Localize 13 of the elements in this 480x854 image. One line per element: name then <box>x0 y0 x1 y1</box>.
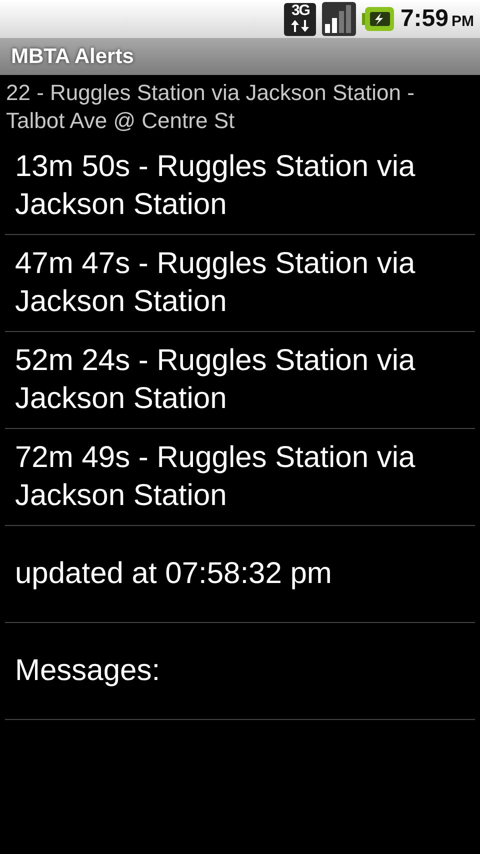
clock-time: 7:59 <box>400 5 448 32</box>
list-item[interactable]: 72m 49s - Ruggles Station via Jackson Station <box>5 429 475 526</box>
list-item[interactable]: 52m 24s - Ruggles Station via Jackson Station <box>5 332 475 429</box>
network-icon: 3G <box>284 2 316 36</box>
clock-period: PM <box>452 13 474 30</box>
route-subtitle: 22 - Ruggles Station via Jackson Station - Talbot Ave @ Centre St <box>5 79 416 135</box>
list-item[interactable]: 13m 50s - Ruggles Station via Jackson Station <box>5 138 475 235</box>
battery-icon <box>362 7 394 31</box>
list-item[interactable]: updated at 07:58:32 pm <box>5 526 475 623</box>
app-title: MBTA Alerts <box>11 44 134 68</box>
list-item[interactable]: 47m 47s - Ruggles Station via Jackson Station <box>5 235 475 332</box>
signal-icon <box>322 2 356 36</box>
list-item[interactable]: Messages: <box>5 623 475 720</box>
